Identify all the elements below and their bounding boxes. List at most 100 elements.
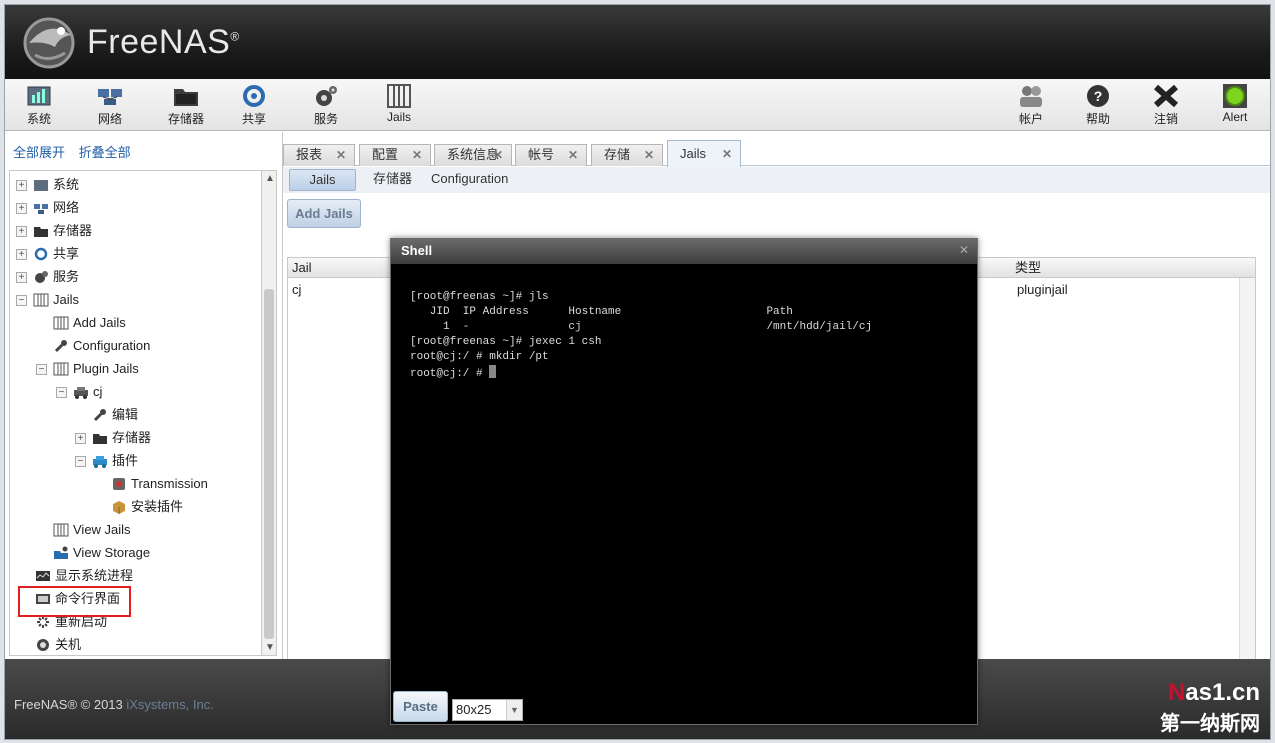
tree-item-sharing[interactable]: + 共享 bbox=[16, 243, 79, 265]
toolbar-system-button[interactable]: 系统 bbox=[11, 83, 67, 129]
dialog-titlebar[interactable]: Shell ✕ bbox=[391, 239, 977, 264]
toolbar-alert-label: Alert bbox=[1222, 110, 1248, 124]
tree-item-network[interactable]: + 网络 bbox=[16, 197, 79, 219]
tree-item-view-jails[interactable]: View Jails bbox=[53, 519, 131, 541]
tree-item-services[interactable]: + 服务 bbox=[16, 266, 79, 288]
tree-item-configuration[interactable]: Configuration bbox=[53, 335, 150, 357]
alert-light-icon bbox=[1223, 84, 1247, 108]
terminal-line: [root@freenas ~]# jexec 1 csh bbox=[410, 336, 602, 348]
navigation-panel: 全部展开 折叠全部 + 系统 + 网络 + 存储器 + 共享 + 服务 − Jails Ad… bbox=[5, 132, 283, 659]
tree-item-edit[interactable]: 编辑 bbox=[92, 404, 138, 426]
storage-view-icon bbox=[54, 546, 68, 559]
annotation-highlight-box bbox=[18, 586, 131, 617]
storage-icon bbox=[174, 89, 198, 106]
tree-item-add-jails[interactable]: Add Jails bbox=[53, 312, 126, 334]
tree-label: 关机 bbox=[55, 637, 82, 652]
tree-item-plugins[interactable]: − 插件 bbox=[75, 450, 138, 472]
tree-item-jails[interactable]: − Jails bbox=[16, 289, 79, 311]
close-icon[interactable]: ✕ bbox=[568, 145, 578, 165]
paste-button[interactable]: Paste bbox=[393, 691, 448, 722]
tree-item-cj-storage[interactable]: + 存储器 bbox=[75, 427, 151, 449]
tree-label: 存储器 bbox=[112, 430, 152, 445]
tab-system-info[interactable]: 系统信息 ✕ bbox=[434, 144, 512, 166]
main-toolbar: 系统 网络 存储器 共享 服务 Jails 帐户 ? 帮助 注销 Alert bbox=[5, 79, 1270, 131]
collapse-toggle-icon[interactable]: − bbox=[36, 363, 47, 375]
close-icon[interactable]: ✕ bbox=[336, 145, 346, 165]
terminal-line: JID IP Address Hostname Path bbox=[410, 306, 793, 318]
scroll-up-arrow-icon[interactable]: ▲ bbox=[265, 173, 275, 184]
terminal-output[interactable]: [root@freenas ~]# jls JID IP Address Hos… bbox=[410, 290, 970, 690]
sharing-icon bbox=[34, 247, 48, 261]
company-link[interactable]: iXsystems, Inc. bbox=[126, 697, 213, 712]
column-header-type[interactable]: 类型 bbox=[1015, 258, 1041, 278]
jails-icon bbox=[33, 293, 49, 307]
toolbar-services-button[interactable]: 服务 bbox=[298, 83, 354, 129]
subtab-jails[interactable]: Jails bbox=[289, 169, 356, 191]
expand-all-link[interactable]: 全部展开 bbox=[13, 145, 65, 160]
close-icon[interactable]: ✕ bbox=[722, 141, 732, 167]
tab-account[interactable]: 帐号 ✕ bbox=[515, 144, 587, 166]
tree-expander-links: 全部展开 折叠全部 bbox=[13, 142, 141, 161]
toolbar-network-button[interactable]: 网络 bbox=[82, 83, 138, 129]
tab-storage[interactable]: 存储 ✕ bbox=[591, 144, 663, 166]
jail-car-icon bbox=[74, 387, 88, 399]
tree-label: 网络 bbox=[53, 200, 80, 215]
toolbar-storage-label: 存储器 bbox=[167, 112, 204, 126]
shell-dialog: Shell ✕ [root@freenas ~]# jls JID IP Add… bbox=[390, 238, 978, 725]
chevron-down-icon[interactable]: ▼ bbox=[506, 700, 522, 720]
tab-bar: 报表 ✕ 配置 ✕ 系统信息 ✕ 帐号 ✕ 存储 ✕ Jails ✕ bbox=[283, 140, 1270, 167]
tree-item-plugin-jails[interactable]: − Plugin Jails bbox=[36, 358, 139, 380]
collapse-toggle-icon[interactable]: − bbox=[56, 386, 67, 398]
tree-label: 共享 bbox=[53, 246, 80, 261]
toolbar-alert-button[interactable]: Alert bbox=[1207, 83, 1263, 129]
tree-item-view-storage[interactable]: View Storage bbox=[53, 542, 150, 564]
toolbar-services-label: 服务 bbox=[313, 112, 338, 126]
tree-item-install-plugin[interactable]: 安装插件 bbox=[111, 496, 183, 518]
terminal-line: root@cj:/ # mkdir /pt bbox=[410, 351, 549, 363]
scrollbar-thumb[interactable] bbox=[264, 289, 274, 639]
close-icon[interactable]: ✕ bbox=[493, 145, 503, 165]
toolbar-sharing-button[interactable]: 共享 bbox=[226, 83, 282, 129]
tab-label: Jails bbox=[680, 146, 707, 161]
tab-settings[interactable]: 配置 ✕ bbox=[359, 144, 431, 166]
column-header-jail[interactable]: Jail bbox=[292, 258, 312, 278]
add-jails-button[interactable]: Add Jails bbox=[287, 199, 361, 228]
tree-item-shutdown[interactable]: 关机 bbox=[35, 634, 82, 655]
expand-toggle-icon[interactable]: + bbox=[16, 225, 27, 237]
table-scrollbar[interactable] bbox=[1239, 278, 1255, 661]
tree-scrollbar[interactable]: ▲ ▼ bbox=[261, 170, 277, 656]
expand-toggle-icon[interactable]: + bbox=[16, 202, 27, 214]
expand-toggle-icon[interactable]: + bbox=[16, 248, 27, 260]
expand-toggle-icon[interactable]: + bbox=[16, 271, 27, 283]
expand-toggle-icon[interactable]: + bbox=[75, 432, 86, 444]
toolbar-help-button[interactable]: ? 帮助 bbox=[1070, 83, 1126, 129]
tree-item-cj[interactable]: − cj bbox=[56, 381, 102, 403]
tree-label: 服务 bbox=[53, 269, 80, 284]
subtab-storage[interactable]: 存储器 bbox=[363, 169, 422, 191]
toolbar-jails-button[interactable]: Jails bbox=[371, 83, 427, 129]
scroll-down-arrow-icon[interactable]: ▼ bbox=[265, 642, 275, 653]
close-icon[interactable]: ✕ bbox=[959, 243, 969, 257]
subtab-configuration[interactable]: Configuration bbox=[421, 169, 518, 191]
terminal-size-select[interactable]: 80x25 ▼ bbox=[452, 699, 523, 721]
tab-reports[interactable]: 报表 ✕ bbox=[283, 144, 355, 166]
close-icon[interactable]: ✕ bbox=[644, 145, 654, 165]
collapse-toggle-icon[interactable]: − bbox=[75, 455, 86, 467]
tab-jails[interactable]: Jails ✕ bbox=[667, 140, 741, 167]
collapse-toggle-icon[interactable]: − bbox=[16, 294, 27, 306]
toolbar-account-button[interactable]: 帐户 bbox=[1003, 83, 1059, 129]
services-gear-icon bbox=[316, 86, 337, 106]
terminal-prompt-line: root@cj:/ # bbox=[410, 365, 970, 382]
toolbar-storage-button[interactable]: 存储器 bbox=[158, 83, 214, 129]
toolbar-sharing-label: 共享 bbox=[241, 112, 266, 126]
expand-toggle-icon[interactable]: + bbox=[16, 179, 27, 191]
storage-icon bbox=[93, 434, 107, 444]
collapse-all-link[interactable]: 折叠全部 bbox=[79, 145, 131, 160]
close-icon[interactable]: ✕ bbox=[412, 145, 422, 165]
tree-item-processes[interactable]: 显示系统进程 bbox=[35, 565, 133, 587]
toolbar-logout-button[interactable]: 注销 bbox=[1138, 83, 1194, 129]
package-box-icon bbox=[113, 501, 125, 514]
tree-item-transmission[interactable]: Transmission bbox=[111, 473, 208, 495]
tree-item-system[interactable]: + 系统 bbox=[16, 174, 79, 196]
tree-item-storage[interactable]: + 存储器 bbox=[16, 220, 92, 242]
